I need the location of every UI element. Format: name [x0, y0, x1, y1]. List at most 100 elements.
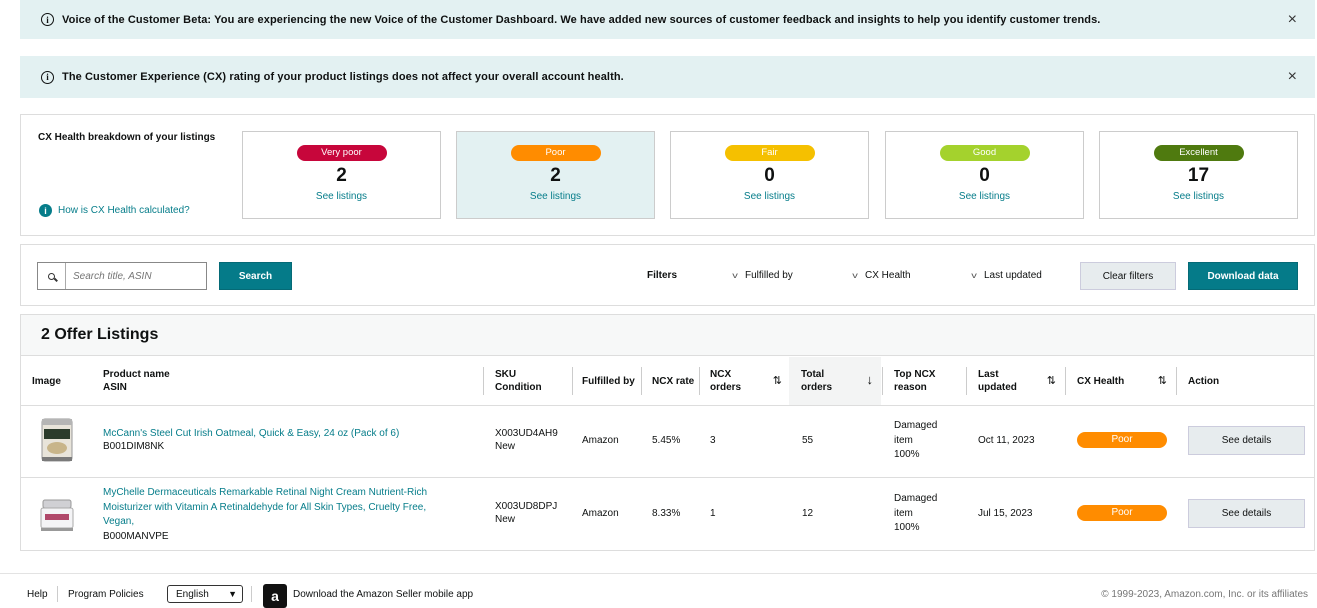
col-last-updated[interactable]: Last updated ⇅ — [978, 357, 1064, 405]
amazon-app-icon[interactable]: a — [263, 584, 287, 608]
filters-label: Filters — [647, 270, 678, 281]
search-input[interactable] — [66, 263, 204, 289]
beta-banner-text: Voice of the Customer Beta: You are expe… — [62, 13, 1101, 26]
app-download-link[interactable]: Download the Amazon Seller mobile app — [293, 589, 473, 600]
col-product: Product name ASIN — [103, 357, 170, 405]
beta-banner: i Voice of the Customer Beta: You are ex… — [20, 0, 1315, 39]
sku-info: X003UD4AH9 New — [495, 427, 558, 453]
sort-icon[interactable]: ⇅ — [1047, 374, 1056, 387]
reason-line: Damaged — [894, 420, 938, 431]
last-updated-dropdown[interactable]: v Last updated — [971, 270, 1042, 281]
good-badge: Good — [939, 145, 1030, 161]
sku: X003UD4AH9 — [495, 428, 558, 439]
poor-badge: Poor — [510, 145, 601, 161]
product-name-line: Moisturizer with Vitamin A Retinaldehyde… — [103, 501, 427, 513]
filter-bar: Search Filters v Fulfilled by v CX Healt… — [20, 244, 1315, 306]
search-icon — [38, 263, 66, 289]
col-action: Action — [1188, 375, 1220, 387]
info-icon: i — [41, 70, 54, 84]
top-ncx-reason: Damaged item 100% — [894, 492, 937, 536]
very-poor-count: 2 — [336, 165, 347, 186]
chevron-down-icon: v — [732, 271, 738, 280]
col-sku: SKU Condition — [495, 357, 542, 405]
footer: Help Program Policies English ▼ a Downlo… — [0, 573, 1317, 608]
fair-count: 0 — [764, 165, 775, 186]
ncx-rate: 5.45% — [652, 435, 681, 446]
col-fulfilled: Fulfilled by — [582, 375, 635, 387]
condition: New — [495, 441, 516, 452]
reason-line: Damaged — [894, 493, 938, 504]
col-ncx-orders[interactable]: NCX orders ⇅ — [710, 357, 790, 405]
asin: B001DIM8NK — [103, 441, 165, 452]
col-last-updated-l2: updated — [978, 382, 1017, 393]
chevron-down-icon: v — [852, 271, 858, 280]
language-select[interactable]: English ▼ — [167, 585, 243, 603]
col-total-orders-l1: Total — [801, 369, 825, 380]
clear-filters-button[interactable]: Clear filters — [1080, 262, 1176, 290]
col-total-orders[interactable]: Total orders ↓ — [789, 357, 881, 405]
col-ncx-orders-l2: orders — [710, 382, 742, 393]
card-excellent[interactable]: Excellent 17 See listings — [1099, 131, 1298, 219]
last-updated: Oct 11, 2023 — [978, 435, 1035, 446]
excellent-badge: Excellent — [1153, 145, 1244, 161]
col-product-name: Product name — [103, 369, 170, 380]
info-icon: i — [39, 204, 52, 217]
close-icon[interactable]: × — [1288, 68, 1297, 86]
col-condition: Condition — [495, 382, 542, 393]
card-poor[interactable]: Poor 2 See listings — [456, 131, 655, 219]
sort-icon[interactable]: ⇅ — [1158, 374, 1167, 387]
card-good[interactable]: Good 0 See listings — [885, 131, 1084, 219]
excellent-count: 17 — [1187, 165, 1210, 186]
very-poor-see-listings[interactable]: See listings — [243, 191, 440, 202]
see-details-button[interactable]: See details — [1188, 499, 1305, 528]
total-orders: 12 — [802, 508, 814, 519]
last-updated: Jul 15, 2023 — [978, 508, 1033, 519]
total-orders: 55 — [802, 435, 814, 446]
card-fair[interactable]: Fair 0 See listings — [670, 131, 869, 219]
footer-help-link[interactable]: Help — [27, 589, 48, 600]
excellent-see-listings[interactable]: See listings — [1100, 191, 1297, 202]
cx-rating-banner: i The Customer Experience (CX) rating of… — [20, 56, 1315, 98]
close-icon[interactable]: × — [1288, 11, 1297, 29]
sort-icon[interactable]: ⇅ — [773, 374, 782, 387]
good-see-listings[interactable]: See listings — [886, 191, 1083, 202]
fulfilled-by-dropdown[interactable]: v Fulfilled by — [732, 270, 793, 281]
download-data-button[interactable]: Download data — [1188, 262, 1298, 290]
cx-health-badge: Poor — [1077, 432, 1167, 448]
asin: B000MANVPE — [103, 530, 169, 542]
product-image — [39, 498, 75, 535]
cx-health-dropdown[interactable]: v CX Health — [852, 270, 910, 281]
fair-see-listings[interactable]: See listings — [671, 191, 868, 202]
sku: X003UD8DPJ — [495, 501, 558, 512]
reason-line: item — [894, 507, 913, 519]
ncx-rate: 8.33% — [652, 508, 681, 519]
cx-health-help[interactable]: i How is CX Health calculated? — [39, 204, 190, 217]
cx-health-help-link[interactable]: How is CX Health calculated? — [58, 205, 190, 216]
col-sku-label: SKU — [495, 369, 517, 380]
fulfilled-by: Amazon — [582, 435, 619, 446]
col-asin: ASIN — [103, 382, 127, 393]
fulfilled-by: Amazon — [582, 508, 619, 519]
poor-see-listings[interactable]: See listings — [457, 191, 654, 202]
condition: New — [495, 514, 516, 525]
reason-line: 100% — [894, 449, 920, 460]
product-name-link[interactable]: MyChelle Dermaceuticals Remarkable Retin… — [103, 486, 427, 530]
product-info: MyChelle Dermaceuticals Remarkable Retin… — [103, 486, 427, 544]
sku-info: X003UD8DPJ New — [495, 500, 557, 526]
card-very-poor[interactable]: Very poor 2 See listings — [242, 131, 441, 219]
col-cx-health-label: CX Health — [1077, 375, 1125, 387]
listings-header: 2 Offer Listings — [21, 315, 1314, 356]
col-top-reason-l2: reason — [894, 382, 927, 393]
chevron-down-icon: ▼ — [228, 589, 237, 599]
footer-policies-link[interactable]: Program Policies — [68, 589, 144, 600]
search-box — [37, 262, 207, 290]
product-name-line: Vegan, — [103, 516, 135, 527]
copyright: © 1999-2023, Amazon.com, Inc. or its aff… — [1101, 589, 1308, 600]
see-details-button[interactable]: See details — [1188, 426, 1305, 455]
ncx-orders: 3 — [710, 435, 716, 446]
col-image: Image — [32, 375, 61, 387]
search-button[interactable]: Search — [219, 262, 292, 290]
sort-down-icon[interactable]: ↓ — [867, 372, 874, 387]
product-name-link[interactable]: McCann's Steel Cut Irish Oatmeal, Quick … — [103, 427, 399, 440]
col-cx-health[interactable]: CX Health ⇅ — [1077, 357, 1175, 405]
